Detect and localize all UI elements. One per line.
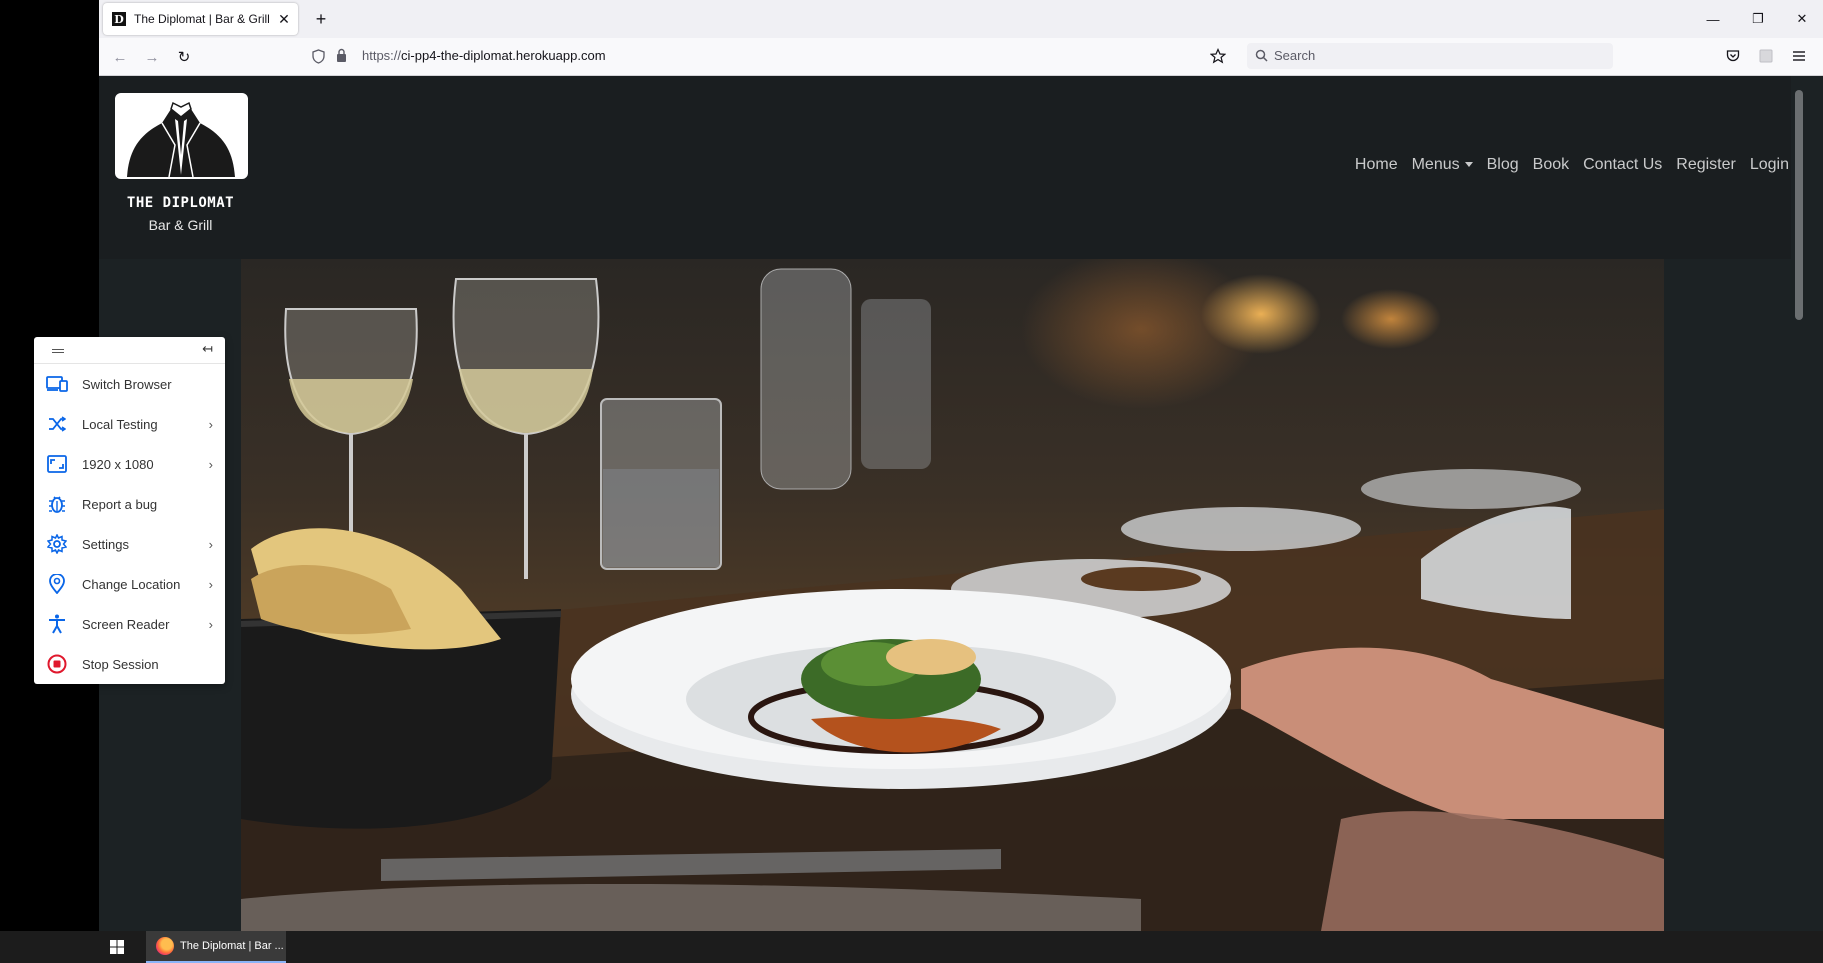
nav-menus-dropdown[interactable]: Menus xyxy=(1405,156,1480,174)
url-bar[interactable]: https://ci-pp4-the-diplomat.herokuapp.co… xyxy=(304,43,1239,69)
chevron-right-icon: › xyxy=(208,576,213,592)
nav-blog[interactable]: Blog xyxy=(1480,156,1526,174)
tab-close-icon[interactable]: ✕ xyxy=(274,11,294,28)
panel-item-label: Screen Reader xyxy=(82,616,170,632)
scrollbar-thumb[interactable] xyxy=(1795,90,1803,320)
stop-icon xyxy=(46,653,68,675)
search-icon xyxy=(1255,49,1268,62)
nav-contact-us[interactable]: Contact Us xyxy=(1576,156,1669,174)
nav-menus-label: Menus xyxy=(1411,156,1460,173)
chevron-right-icon: › xyxy=(208,536,213,552)
logo-subtitle: Bar & Grill xyxy=(148,217,213,233)
taskbar-item-label: The Diplomat | Bar ... xyxy=(180,940,284,952)
site-logo[interactable] xyxy=(115,93,248,179)
bug-icon xyxy=(46,493,68,515)
location-pin-icon xyxy=(46,573,68,595)
panel-item-settings[interactable]: Settings › xyxy=(34,524,225,564)
drag-handle-icon[interactable] xyxy=(52,349,64,353)
close-window-button[interactable]: ✕ xyxy=(1779,0,1823,38)
panel-item-change-location[interactable]: Change Location › xyxy=(34,564,225,604)
site-nav: Home Menus Blog Book Contact Us Register… xyxy=(1348,156,1796,174)
chevron-right-icon: › xyxy=(208,456,213,472)
url-prefix: https:// xyxy=(362,48,402,63)
gear-icon xyxy=(46,533,68,555)
browser-toolbar: ← → ↻ https://ci-pp4-the-diplomat.heroku… xyxy=(99,38,1823,76)
url-text[interactable]: https://ci-pp4-the-diplomat.herokuapp.co… xyxy=(362,48,606,63)
nav-book[interactable]: Book xyxy=(1526,156,1576,174)
collapse-panel-icon[interactable]: ↤ xyxy=(202,341,213,357)
panel-item-screen-reader[interactable]: Screen Reader › xyxy=(34,604,225,644)
taskbar-firefox-item[interactable]: The Diplomat | Bar ... xyxy=(146,931,286,963)
minimize-button[interactable]: — xyxy=(1690,0,1736,38)
lock-icon[interactable] xyxy=(336,48,347,63)
chevron-right-icon: › xyxy=(208,416,213,432)
site-header: THE DIPLOMAT Bar & Grill Home Menus Blog… xyxy=(99,76,1807,259)
panel-item-label: Change Location xyxy=(82,576,181,592)
extensions-icon[interactable] xyxy=(1759,49,1773,63)
search-box[interactable]: Search xyxy=(1247,43,1613,69)
forward-button[interactable]: → xyxy=(140,45,164,69)
logo-name: THE DIPLOMAT xyxy=(126,195,235,211)
nav-home[interactable]: Home xyxy=(1348,156,1405,174)
panel-item-report-bug[interactable]: Report a bug xyxy=(34,484,225,524)
tab-bar: D The Diplomat | Bar & Grill ✕ + — ❐ ✕ xyxy=(99,0,1823,38)
shuffle-icon xyxy=(46,413,68,435)
nav-login[interactable]: Login xyxy=(1743,156,1796,174)
accessibility-icon xyxy=(46,613,68,635)
new-tab-button[interactable]: + xyxy=(310,8,332,30)
shield-icon[interactable] xyxy=(312,49,325,64)
panel-item-local-testing[interactable]: Local Testing › xyxy=(34,404,225,444)
panel-item-label: Report a bug xyxy=(82,496,158,512)
panel-item-label: Local Testing xyxy=(82,416,158,432)
panel-item-label: 1920 x 1080 xyxy=(82,456,154,472)
panel-header[interactable]: ↤ xyxy=(34,337,225,364)
windows-start-icon[interactable] xyxy=(110,940,124,954)
url-host: ci-pp4-the-diplomat.herokuapp.com xyxy=(401,48,606,63)
panel-item-resolution[interactable]: 1920 x 1080 › xyxy=(34,444,225,484)
panel-item-label: Switch Browser xyxy=(82,376,172,392)
search-placeholder: Search xyxy=(1274,48,1316,63)
reload-button[interactable]: ↻ xyxy=(172,45,196,69)
back-button[interactable]: ← xyxy=(108,45,132,69)
nav-register[interactable]: Register xyxy=(1669,156,1743,174)
browser-window: D The Diplomat | Bar & Grill ✕ + — ❐ ✕ ←… xyxy=(99,0,1823,931)
tuxedo-logo-icon xyxy=(117,95,246,177)
restore-button[interactable]: ❐ xyxy=(1735,0,1781,38)
site-favicon-icon: D xyxy=(112,12,126,26)
panel-item-label: Settings xyxy=(82,536,129,552)
caret-down-icon xyxy=(1464,162,1473,168)
panel-item-label: Stop Session xyxy=(82,656,159,672)
hamburger-menu-icon[interactable] xyxy=(1792,49,1806,63)
hero-restaurant-image xyxy=(241,259,1664,931)
tab-title: The Diplomat | Bar & Grill xyxy=(134,12,270,26)
panel-item-switch-browser[interactable]: Switch Browser xyxy=(34,364,225,404)
resolution-icon xyxy=(46,453,68,475)
browser-tab[interactable]: D The Diplomat | Bar & Grill ✕ xyxy=(103,3,298,35)
chevron-right-icon: › xyxy=(208,616,213,632)
page-viewport: THE DIPLOMAT Bar & Grill Home Menus Blog… xyxy=(99,76,1807,931)
panel-item-stop-session[interactable]: Stop Session xyxy=(34,644,225,684)
firefox-icon xyxy=(156,937,174,955)
devices-icon xyxy=(46,373,68,395)
hero-image-illustration xyxy=(241,268,1664,931)
page-scrollbar[interactable] xyxy=(1791,76,1807,931)
bookmark-star-icon[interactable] xyxy=(1210,48,1226,64)
pocket-icon[interactable] xyxy=(1726,49,1740,63)
os-taskbar: The Diplomat | Bar ... xyxy=(0,931,1823,963)
browserstack-panel: ↤ Switch Browser Local Testing › 1920 x … xyxy=(34,337,225,684)
